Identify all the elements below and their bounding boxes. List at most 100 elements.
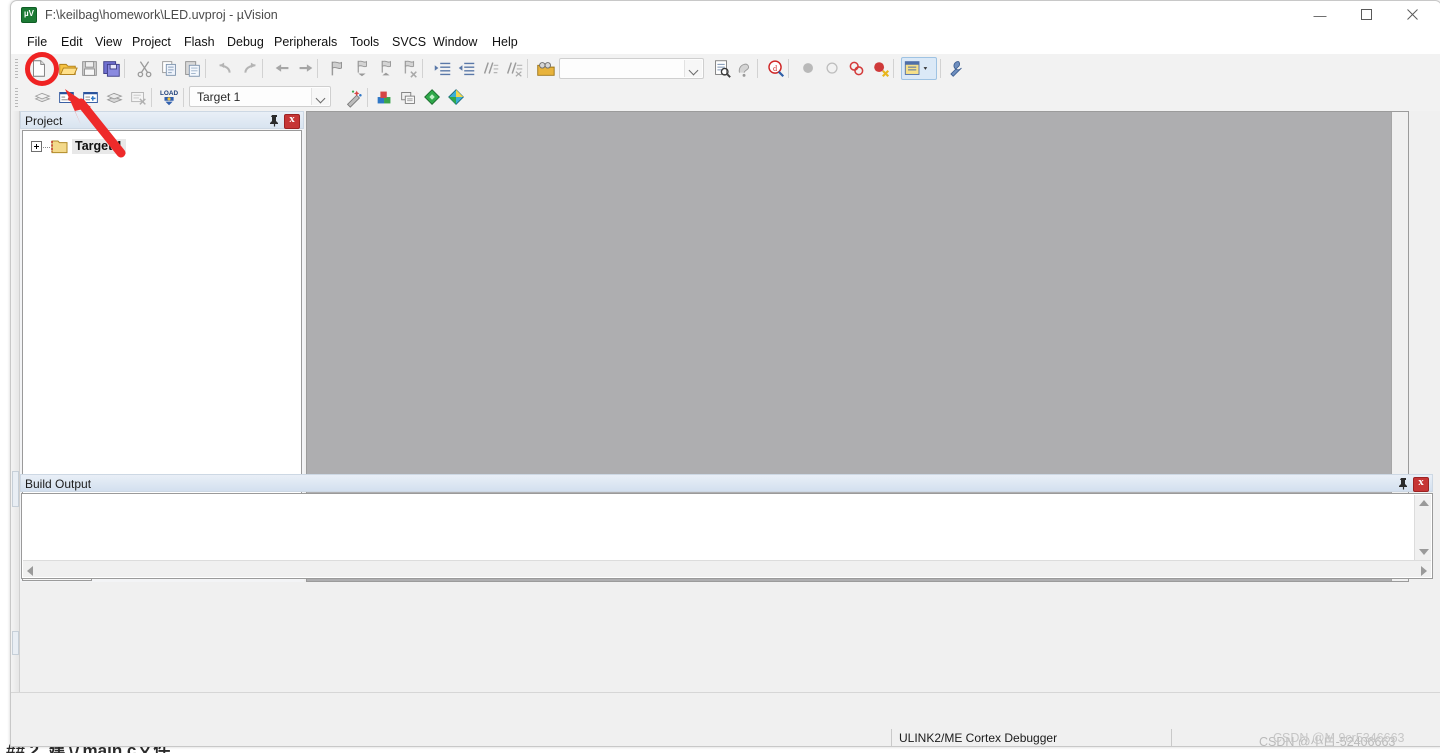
svg-text:LOAD: LOAD <box>160 90 178 97</box>
left-dock-strip[interactable] <box>11 111 20 692</box>
tree-connector <box>43 147 51 148</box>
menu-tools[interactable]: Tools <box>342 30 387 54</box>
project-panel-header: Project <box>20 111 304 129</box>
maximize-button[interactable] <box>1343 1 1389 30</box>
outdent-button[interactable] <box>455 57 478 80</box>
project-panel-close-button[interactable] <box>284 113 300 129</box>
menu-project[interactable]: Project <box>124 30 179 54</box>
dock-marker[interactable] <box>12 631 19 655</box>
redo-button[interactable] <box>238 57 261 80</box>
find-in-files-button[interactable] <box>534 57 557 80</box>
cut-button[interactable] <box>133 57 156 80</box>
chevron-down-icon[interactable] <box>684 60 702 77</box>
window-title: F:\keilbag\homework\LED.uvproj - µVision <box>45 8 278 22</box>
project-panel-title: Project <box>25 114 63 128</box>
scroll-up-icon[interactable] <box>1419 500 1429 506</box>
toolbar-separator <box>317 59 318 78</box>
translate-file-button[interactable] <box>31 86 54 109</box>
manage-multi-button[interactable] <box>397 86 420 109</box>
status-separator <box>1171 729 1172 746</box>
build-output-text[interactable] <box>21 493 1433 579</box>
breakpoint-insert-button[interactable] <box>797 57 820 80</box>
copy-button[interactable] <box>158 57 181 80</box>
new-file-button[interactable] <box>27 57 50 80</box>
pack-installer-button[interactable] <box>421 86 444 109</box>
menu-peripherals[interactable]: Peripherals <box>266 30 345 54</box>
build-output-panel: Build Output <box>20 474 1440 582</box>
manage-run-env-button[interactable] <box>445 86 468 109</box>
manage-project-button[interactable] <box>373 86 396 109</box>
incremental-find-button[interactable] <box>733 57 756 80</box>
toolbar-separator <box>788 59 789 78</box>
breakpoint-killall-button[interactable] <box>869 57 892 80</box>
rebuild-all-button[interactable] <box>79 86 102 109</box>
indent-button[interactable] <box>431 57 454 80</box>
toolbar-separator <box>757 59 758 78</box>
toolbar-separator <box>205 59 206 78</box>
build-output-title: Build Output <box>25 477 92 491</box>
title-bar: µV F:\keilbag\homework\LED.uvproj - µVis… <box>11 1 1440 30</box>
project-window-button[interactable] <box>901 57 937 80</box>
toolbar-grip[interactable] <box>15 88 18 107</box>
menu-edit[interactable]: Edit <box>53 30 91 54</box>
menu-debug[interactable]: Debug <box>219 30 272 54</box>
toolbar-separator <box>893 59 894 78</box>
status-separator <box>891 729 892 746</box>
download-button[interactable]: LOAD <box>158 86 181 109</box>
navigate-forward-button[interactable] <box>294 57 317 80</box>
bookmark-clear-button[interactable] <box>398 57 421 80</box>
scroll-right-icon[interactable] <box>1421 566 1427 576</box>
save-file-button[interactable] <box>78 57 101 80</box>
find-combo[interactable] <box>559 58 704 79</box>
main-toolbar: d <box>11 54 1440 84</box>
build-output-close-button[interactable] <box>1413 476 1429 492</box>
toolbar-separator <box>183 88 184 107</box>
batch-build-button[interactable] <box>103 86 126 109</box>
scroll-left-icon[interactable] <box>27 566 33 576</box>
navigate-back-button[interactable] <box>271 57 294 80</box>
menu-file[interactable]: File <box>19 30 55 54</box>
build-output-horizontal-scrollbar[interactable] <box>23 560 1431 577</box>
bookmark-prev-button[interactable] <box>350 57 373 80</box>
uvision-logo-icon: µV <box>21 7 37 23</box>
toolbar-grip[interactable] <box>15 59 18 78</box>
toolbar-separator <box>367 88 368 107</box>
close-icon <box>1406 9 1418 20</box>
minimize-icon: — <box>1313 8 1327 23</box>
close-button[interactable] <box>1389 1 1435 30</box>
menu-help[interactable]: Help <box>484 30 526 54</box>
target-options-button[interactable] <box>342 86 365 109</box>
chevron-down-icon[interactable] <box>311 88 329 105</box>
workspace: Project Target 1 <box>11 111 1440 692</box>
paste-button[interactable] <box>181 57 204 80</box>
maximize-icon <box>1360 9 1372 20</box>
pin-icon[interactable] <box>268 114 281 127</box>
save-all-button[interactable] <box>100 57 123 80</box>
bookmark-next-button[interactable] <box>374 57 397 80</box>
build-target-button[interactable] <box>55 86 78 109</box>
open-file-button[interactable] <box>56 57 79 80</box>
menu-flash[interactable]: Flash <box>176 30 223 54</box>
tree-item-label: Target 1 <box>72 139 126 154</box>
uncomment-lines-button[interactable] <box>503 57 526 80</box>
pin-icon[interactable] <box>1397 477 1410 490</box>
target-select[interactable]: Target 1 <box>189 86 331 107</box>
comment-lines-button[interactable] <box>479 57 502 80</box>
stop-build-button[interactable] <box>127 86 150 109</box>
menu-bar: File Edit View Project Flash Debug Perip… <box>11 30 1440 54</box>
bookmark-toggle-button[interactable] <box>325 57 348 80</box>
dock-marker[interactable] <box>12 471 19 507</box>
menu-window[interactable]: Window <box>425 30 485 54</box>
toolbar-separator <box>527 59 528 78</box>
find-target-button[interactable]: d <box>764 57 787 80</box>
configure-tools-button[interactable] <box>944 57 967 80</box>
expand-plus-icon[interactable] <box>31 141 42 152</box>
build-output-vertical-scrollbar[interactable] <box>1414 495 1431 560</box>
breakpoint-kill-button[interactable] <box>821 57 844 80</box>
undo-button[interactable] <box>214 57 237 80</box>
scroll-down-icon[interactable] <box>1419 549 1429 555</box>
breakpoint-disable-button[interactable] <box>845 57 868 80</box>
build-output-header: Build Output <box>20 474 1433 492</box>
find-next-button[interactable] <box>710 57 733 80</box>
minimize-button[interactable]: — <box>1297 1 1343 30</box>
